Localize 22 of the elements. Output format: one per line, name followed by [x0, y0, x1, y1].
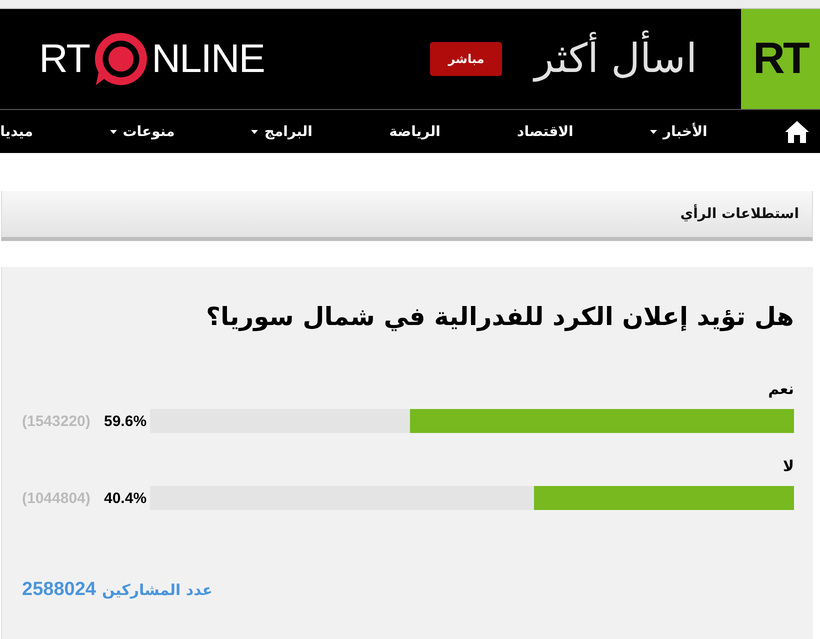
nav-item[interactable]: منوعات — [110, 124, 175, 140]
vote-percent: 40.4% — [104, 490, 148, 506]
speech-bubble-icon — [92, 31, 149, 87]
slogan: اسأل أكثر — [530, 27, 701, 91]
logo-text: NLINE — [152, 39, 264, 79]
rt-logo[interactable]: RT — [741, 9, 820, 109]
nav-item[interactable]: الأخبار — [650, 124, 708, 140]
logo-text: RT — [39, 39, 90, 79]
participants-count: 2588024 — [22, 579, 96, 601]
live-button[interactable]: مباشر — [430, 42, 502, 76]
home-button[interactable] — [784, 120, 810, 144]
vote-percent: 59.6% — [104, 412, 148, 430]
option-label: لا — [782, 456, 794, 476]
nav-item[interactable]: ميديا — [0, 124, 34, 140]
home-icon — [784, 120, 810, 144]
poll-question: هل تؤيد إعلان الكرد للفدرالية في شمال سوريا؟ — [206, 301, 794, 334]
nav-item[interactable]: الرياضة — [389, 124, 440, 140]
participants-label: عدد المشاركين — [102, 581, 213, 599]
section-title: استطلاعات الرأي — [680, 206, 799, 222]
nav-item[interactable]: الاقتصاد — [517, 124, 574, 140]
nav-item[interactable]: البرامج — [251, 124, 312, 140]
option-label: نعم — [768, 379, 794, 399]
